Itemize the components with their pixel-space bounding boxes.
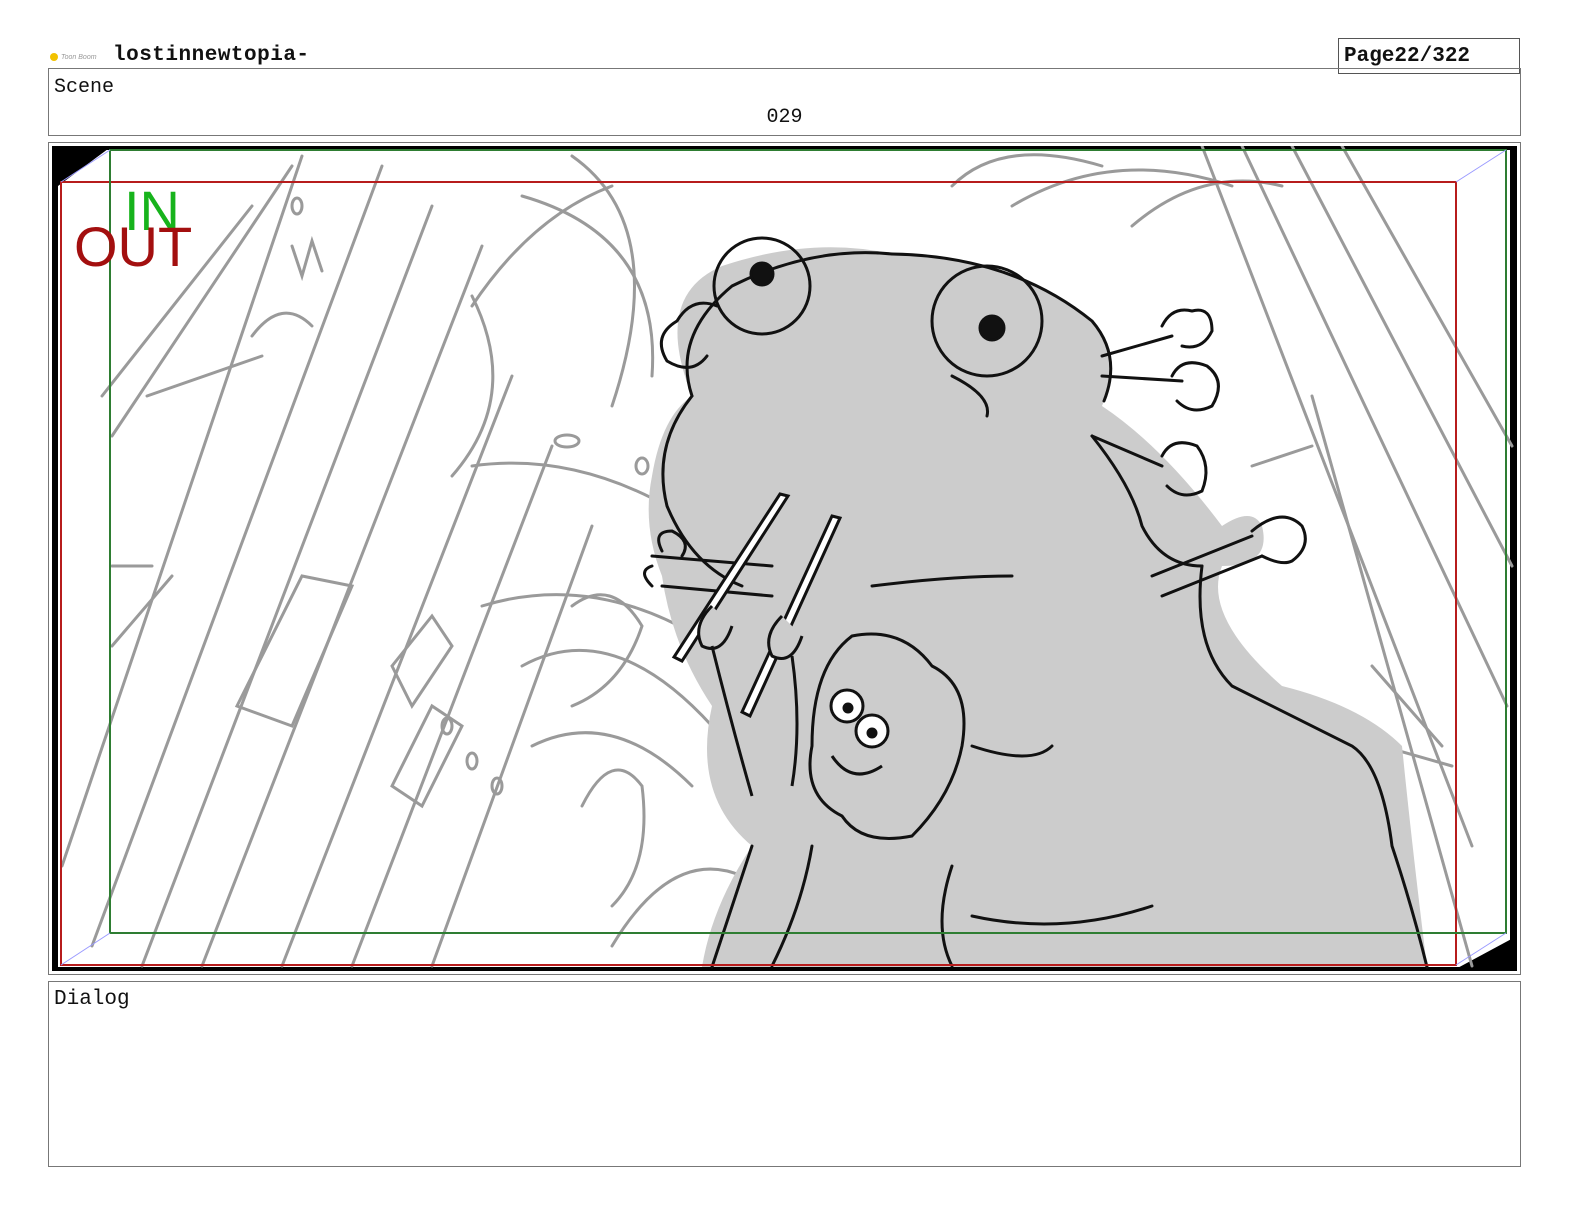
logo-wordmark: Toon Boom xyxy=(61,53,97,61)
page-label: Page xyxy=(1344,44,1395,68)
sun-icon xyxy=(50,53,58,61)
scene-box: Scene 029 xyxy=(48,68,1521,136)
dialog-label: Dialog xyxy=(54,988,130,1011)
toon-boom-logo: Toon Boom xyxy=(50,50,100,64)
project-title: lostinnewtopia- xyxy=(113,44,310,67)
dialog-box[interactable]: Dialog xyxy=(48,981,1521,1167)
out-marker: OUT xyxy=(74,215,192,278)
storyboard-panel[interactable]: IN OUT xyxy=(52,146,1517,971)
scene-label: Scene xyxy=(54,76,115,99)
scene-number: 029 xyxy=(766,106,803,129)
panel-drawing: IN OUT xyxy=(52,146,1517,971)
page-number: 22/322 xyxy=(1394,44,1471,68)
